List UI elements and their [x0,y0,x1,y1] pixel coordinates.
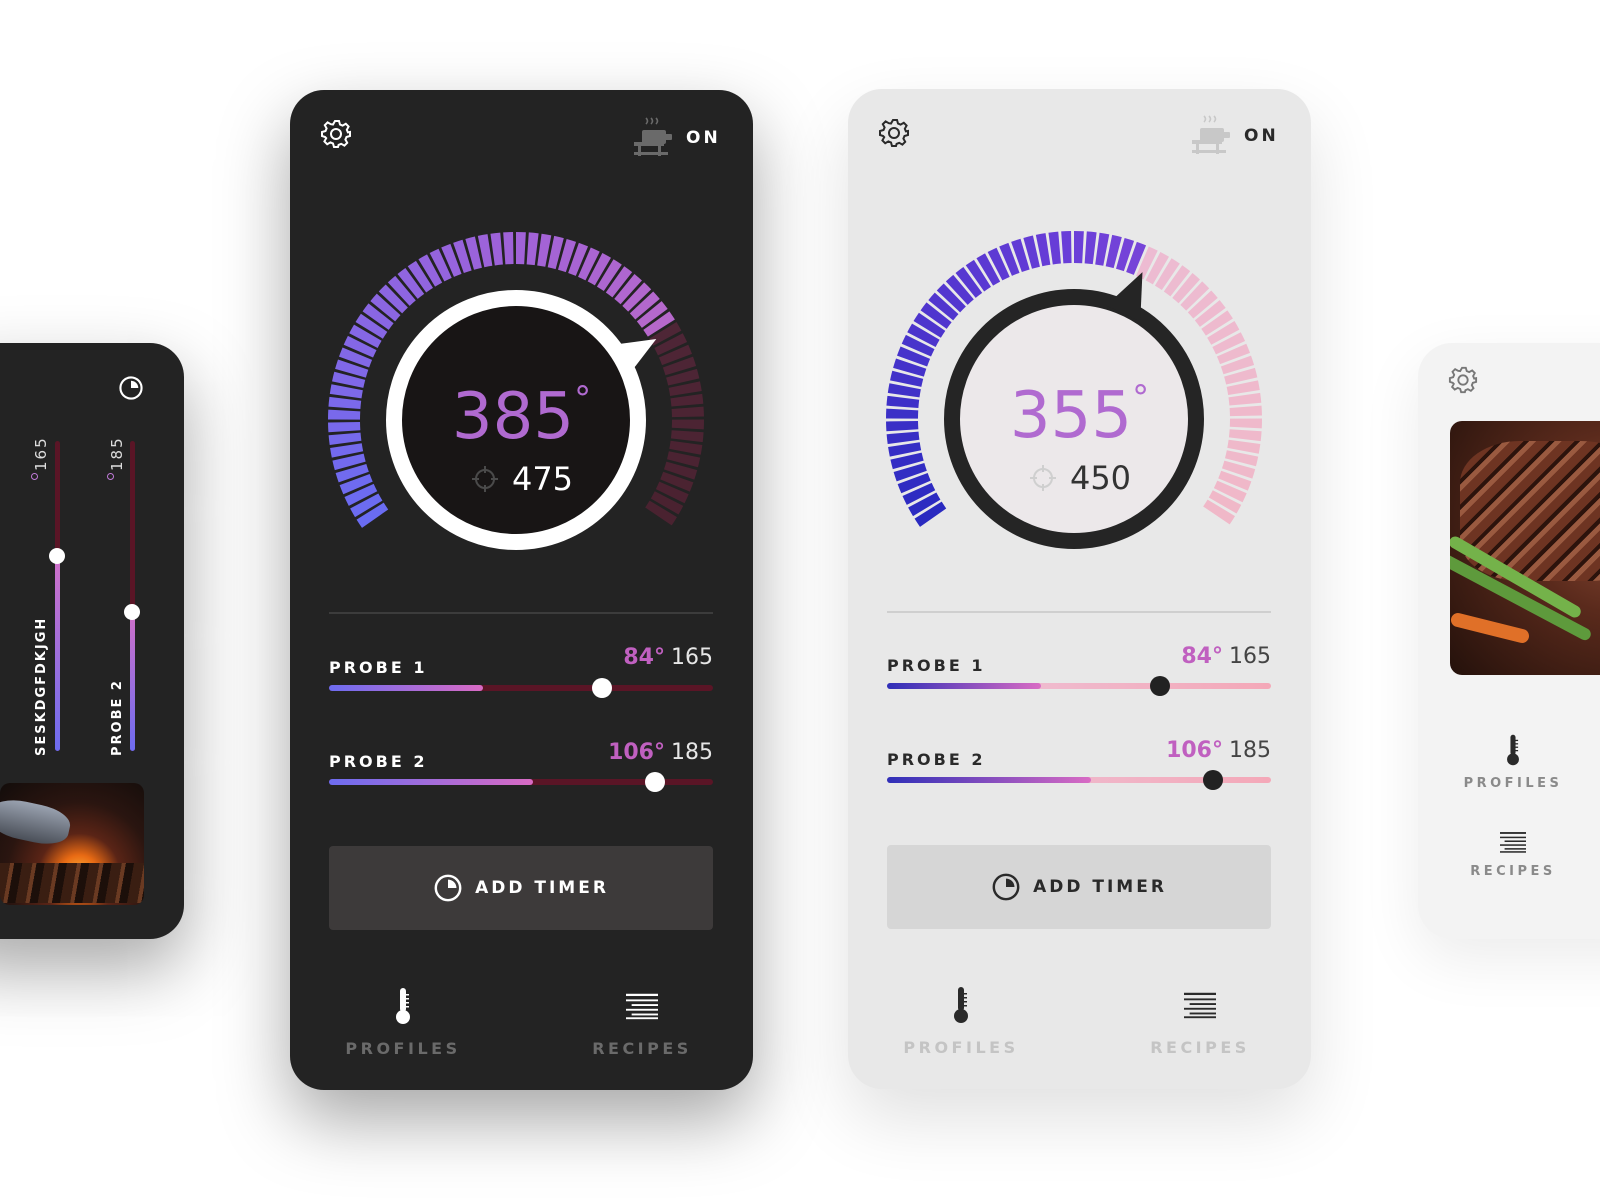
probe1-target: 165 [671,645,713,670]
probe1-readings: 84° 165 [1181,644,1271,669]
probe1-slider[interactable] [887,676,1271,696]
nav-profiles[interactable]: PROFILES [323,986,483,1058]
probe1-knob[interactable] [591,678,612,698]
dial-segment [516,232,526,265]
thermometer-icon [1504,733,1522,767]
list-icon [1500,829,1526,855]
left-probe1-fill [55,555,60,751]
target-temperature: 475 [290,460,753,498]
timer-icon [433,873,463,903]
probe1-current: 84° [623,645,665,670]
light-phone-screen: ON 355° 450 PROBE 1 84° 165 PROBE 2 106° 1… [848,89,1311,1089]
probe2-label: PROBE 2 [887,750,986,769]
left-probe2-track[interactable] [124,441,140,751]
left-probe1-track[interactable] [49,441,65,751]
probe2-readings: 106° 185 [1166,738,1271,763]
probe2-readings: 106° 185 [608,740,713,765]
left-probe1-knob[interactable] [49,547,65,564]
dial-segment [1084,231,1097,265]
timer-icon[interactable] [118,375,144,401]
current-temperature: 355° [1009,377,1150,453]
list-icon [1184,985,1216,1025]
target-temperature-value: 450 [1069,459,1132,497]
nav-recipes[interactable]: RECIPES [1120,985,1280,1057]
dial-segment [490,232,503,266]
dial-segment [526,232,539,266]
campfire-photo [0,783,144,905]
dark-phone-screen: ON 385° 475 PROBE 1 84° 165 PROBE 2 106° 1… [290,90,753,1090]
gear-icon[interactable] [1448,365,1478,395]
current-temperature: 385° [451,378,592,454]
left-probe2-knob[interactable] [124,603,140,620]
nav-profiles-label: PROFILES [903,1038,1019,1057]
target-temperature: 450 [848,459,1311,497]
right-phone-card: PROFILES RECIPES [1418,343,1600,939]
add-timer-label: ADD TIMER [1033,877,1167,897]
left-probe1-target: 165 [32,436,50,471]
probe2-fill [329,779,533,785]
grill-tool-shape [0,795,74,849]
probe1-label: PROBE 1 [887,656,986,675]
add-timer-button[interactable]: ADD TIMER [887,845,1271,929]
thermometer-icon [951,985,971,1025]
probe1-knob[interactable] [1149,676,1170,696]
probe2-current: 106° [608,740,665,765]
degree-mark [31,473,38,480]
probe2-slider[interactable] [887,770,1271,790]
probe1-readings: 84° 165 [623,645,713,670]
target-icon [1028,463,1058,493]
probe1-fill [887,683,1041,689]
nav-profiles-label: PROFILES [1463,776,1563,791]
nav-recipes-label: RECIPES [592,1039,692,1058]
logs-shape [0,863,144,903]
probe2-fill [887,777,1091,783]
probe1-fill [329,685,483,691]
target-icon [470,464,500,494]
nav-recipes[interactable]: RECIPES [562,986,722,1058]
probe2-knob[interactable] [1203,770,1224,790]
left-phone-card: 165 SESKDGFDKJGH 185 PROBE 2 [0,343,184,939]
probe2-knob[interactable] [645,772,666,792]
probe1-slider[interactable] [329,678,713,698]
divider [887,611,1271,613]
probe2-current: 106° [1166,738,1223,763]
divider [329,612,713,614]
list-icon [626,986,658,1026]
left-probe1-label: SESKDGFDKJGH [34,616,49,756]
add-timer-label: ADD TIMER [475,878,609,898]
left-probe2-target: 185 [108,436,126,471]
timer-icon [991,872,1021,902]
probe2-label: PROBE 2 [329,752,428,771]
thermometer-icon [393,986,413,1026]
probe2-target: 185 [1229,738,1271,763]
probe1-target: 165 [1229,644,1271,669]
nav-profiles[interactable]: PROFILES [1433,733,1593,791]
carrot-shape [1450,611,1531,645]
degree-mark [107,473,114,480]
probe1-label: PROBE 1 [329,658,428,677]
probe2-target: 185 [671,740,713,765]
dial-segment [1074,231,1084,264]
nav-profiles-label: PROFILES [345,1039,461,1058]
nav-profiles[interactable]: PROFILES [881,985,1041,1057]
nav-recipes-label: RECIPES [1150,1038,1250,1057]
probe1-current: 84° [1181,644,1223,669]
dial-segment [503,232,514,265]
probe2-slider[interactable] [329,772,713,792]
add-timer-button[interactable]: ADD TIMER [329,846,713,930]
nav-recipes-label: RECIPES [1470,864,1556,879]
dial-segment [1061,231,1072,264]
left-probe2-label: PROBE 2 [110,679,125,756]
steak-photo [1450,421,1600,675]
target-temperature-value: 475 [511,460,574,498]
dial-segment [1048,231,1061,265]
nav-recipes[interactable]: RECIPES [1433,829,1593,879]
left-probe2-fill [130,611,135,751]
